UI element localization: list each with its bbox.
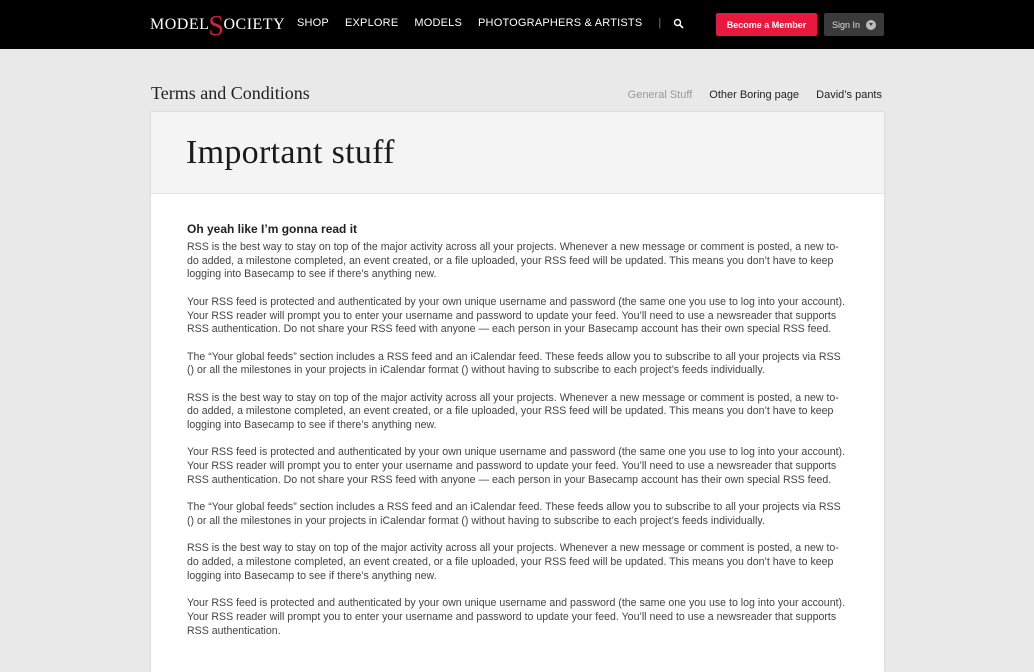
section-subheading: Oh yeah like I’m gonna read it xyxy=(187,222,358,236)
tab-davids-pants[interactable]: David’s pants xyxy=(816,89,882,101)
card-heading: Important stuff xyxy=(186,134,395,171)
nav-separator: | xyxy=(658,17,662,29)
sign-in-label: Sign In xyxy=(831,19,861,30)
paragraph: RSS is the best way to stay on top of th… xyxy=(187,542,839,582)
card-body: Oh yeah like I’m gonna read it RSS is th… xyxy=(151,194,884,638)
nav-shop[interactable]: SHOP xyxy=(297,17,329,29)
page-tabs: General Stuff Other Boring page David’s … xyxy=(628,89,882,101)
top-navigation-bar: MODEL S OCIETY SHOP EXPLORE MODELS PHOTOGR… xyxy=(0,0,1034,49)
sign-in-button[interactable]: Sign In xyxy=(824,13,884,36)
page-title: Terms and Conditions xyxy=(151,83,310,103)
become-member-button[interactable]: Become a Member xyxy=(716,13,817,36)
nav-explore[interactable]: EXPLORE xyxy=(345,17,398,29)
main-nav: SHOP EXPLORE MODELS PHOTOGRAPHERS & ARTI… xyxy=(297,17,685,29)
search-icon[interactable] xyxy=(673,17,685,29)
site-logo[interactable]: MODEL S OCIETY xyxy=(150,11,286,42)
paragraph: RSS is the best way to stay on top of th… xyxy=(187,241,839,281)
nav-photographers-artists[interactable]: PHOTOGRAPHERS & ARTISTS xyxy=(478,17,642,29)
paragraph: The “Your global feeds” section includes… xyxy=(187,501,841,527)
tab-general-stuff[interactable]: General Stuff xyxy=(628,89,693,101)
nav-models[interactable]: MODELS xyxy=(414,17,462,29)
logo-text-right: OCIETY xyxy=(223,16,286,33)
paragraph: The “Your global feeds” section includes… xyxy=(187,350,841,377)
paragraph: Your RSS feed is protected and authentic… xyxy=(187,597,846,637)
card-header: Important stuff xyxy=(151,112,884,194)
logo-text-left: MODEL xyxy=(150,16,210,33)
content-card: Important stuff Oh yeah like I’m gonna r… xyxy=(151,112,884,672)
paragraph: RSS is the best way to stay on top of th… xyxy=(187,391,839,432)
paragraph: Your RSS feed is protected and authentic… xyxy=(187,295,846,336)
chevron-down-icon xyxy=(866,19,877,30)
tab-other-boring-page[interactable]: Other Boring page xyxy=(709,89,799,101)
paragraph: Your RSS feed is protected and authentic… xyxy=(187,446,846,486)
logo-s-mark: S xyxy=(208,11,225,42)
